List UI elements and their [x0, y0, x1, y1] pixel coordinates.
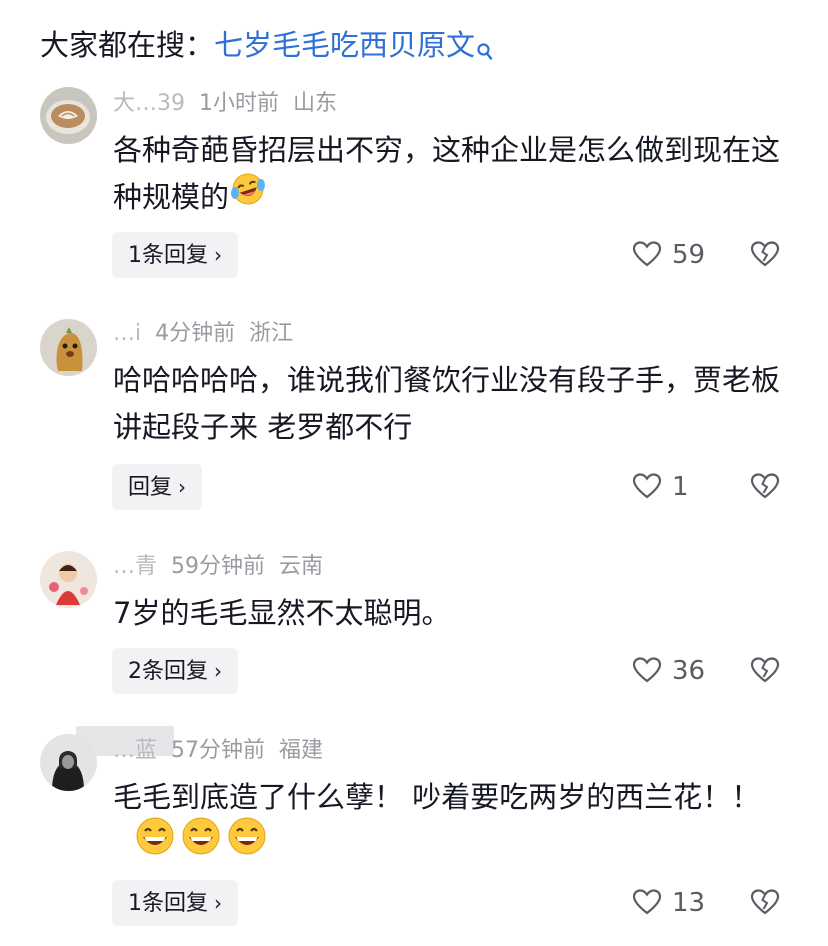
dislike-button[interactable] [750, 464, 784, 510]
comment-meta: 大…39 1小时前 山东 [113, 89, 337, 119]
reply-button-label: 1条回复 [128, 891, 208, 916]
broken-heart-icon [750, 241, 780, 267]
view-replies-button[interactable]: 2条回复 › [112, 648, 238, 694]
reply-button-label: 1条回复 [128, 243, 208, 268]
comment-time: 59分钟前 [171, 554, 266, 579]
search-suggestion[interactable]: 大家都在搜：七岁毛毛吃西贝原文 [40, 22, 493, 68]
grinning-emoji [227, 816, 267, 870]
username[interactable]: …蓝 [113, 738, 157, 763]
comment-time: 57分钟前 [171, 738, 266, 763]
reply-button-label: 回复 [128, 475, 173, 500]
chevron-right-icon: › [214, 659, 222, 683]
like-count: 1 [672, 472, 689, 502]
comment-meta: …蓝 57分钟前 福建 [113, 736, 323, 766]
dislike-button[interactable] [750, 880, 784, 926]
comment-location: 浙江 [249, 321, 294, 346]
broken-heart-icon [750, 473, 780, 499]
comment-text-content: 各种奇葩昏招层出不穷，这种企业是怎么做到现在这种规模的 [113, 133, 781, 214]
grinning-emoji [181, 816, 221, 870]
comment-meta: …i 4分钟前 浙江 [113, 319, 293, 349]
heart-icon [632, 656, 662, 682]
username[interactable]: 大…39 [113, 91, 185, 116]
broken-heart-icon [750, 889, 780, 915]
broken-heart-icon [750, 657, 780, 683]
grinning-emoji [135, 816, 175, 870]
chevron-right-icon: › [214, 243, 222, 267]
like-count: 59 [672, 240, 706, 270]
comment-location: 山东 [293, 91, 338, 116]
dislike-button[interactable] [750, 648, 784, 694]
like-button[interactable]: 1 [632, 464, 689, 510]
comment-text: 哈哈哈哈哈，谁说我们餐饮行业没有段子手，贾老板讲起段子来 老罗都不行 [113, 363, 781, 444]
comment-meta: …青 59分钟前 云南 [113, 552, 323, 582]
avatar[interactable] [40, 319, 97, 376]
comment-time: 1小时前 [199, 91, 279, 116]
comment-location: 福建 [279, 738, 324, 763]
comment-location: 云南 [279, 554, 324, 579]
username[interactable]: …i [113, 321, 141, 346]
avatar[interactable] [40, 551, 97, 608]
chevron-right-icon: › [178, 475, 187, 499]
like-button[interactable]: 13 [632, 880, 705, 926]
like-count: 13 [672, 888, 706, 918]
search-suggestion-term[interactable]: 七岁毛毛吃西贝原文 [214, 28, 475, 62]
search-suggestion-prefix: 大家都在搜： [40, 28, 215, 62]
reply-button-label: 2条回复 [128, 659, 208, 684]
view-replies-button[interactable]: 1条回复 › [112, 880, 238, 926]
comment-text-content: 毛毛到底造了什么孽！ 吵着要吃两岁的西兰花！！ [113, 780, 761, 814]
heart-icon [632, 240, 662, 266]
reply-button[interactable]: 回复 › [112, 464, 203, 510]
like-button[interactable]: 59 [632, 232, 705, 278]
comment-text: 毛毛到底造了什么孽！ 吵着要吃两岁的西兰花！！ [113, 774, 793, 870]
laughing-crying-emoji [229, 171, 267, 221]
comment-text: 7岁的毛毛显然不太聪明。 [113, 596, 451, 630]
like-button[interactable]: 36 [632, 648, 705, 694]
dislike-button[interactable] [750, 232, 784, 278]
like-count: 36 [672, 656, 706, 686]
comment-text: 各种奇葩昏招层出不穷，这种企业是怎么做到现在这种规模的 [113, 127, 793, 221]
avatar[interactable] [40, 734, 97, 791]
username[interactable]: …青 [113, 554, 157, 579]
chevron-right-icon: › [214, 891, 222, 915]
heart-icon [632, 472, 662, 498]
comment-time: 4分钟前 [155, 321, 236, 346]
heart-icon [632, 888, 662, 914]
search-icon[interactable] [477, 28, 493, 74]
view-replies-button[interactable]: 1条回复 › [112, 232, 238, 278]
avatar[interactable] [40, 87, 97, 144]
